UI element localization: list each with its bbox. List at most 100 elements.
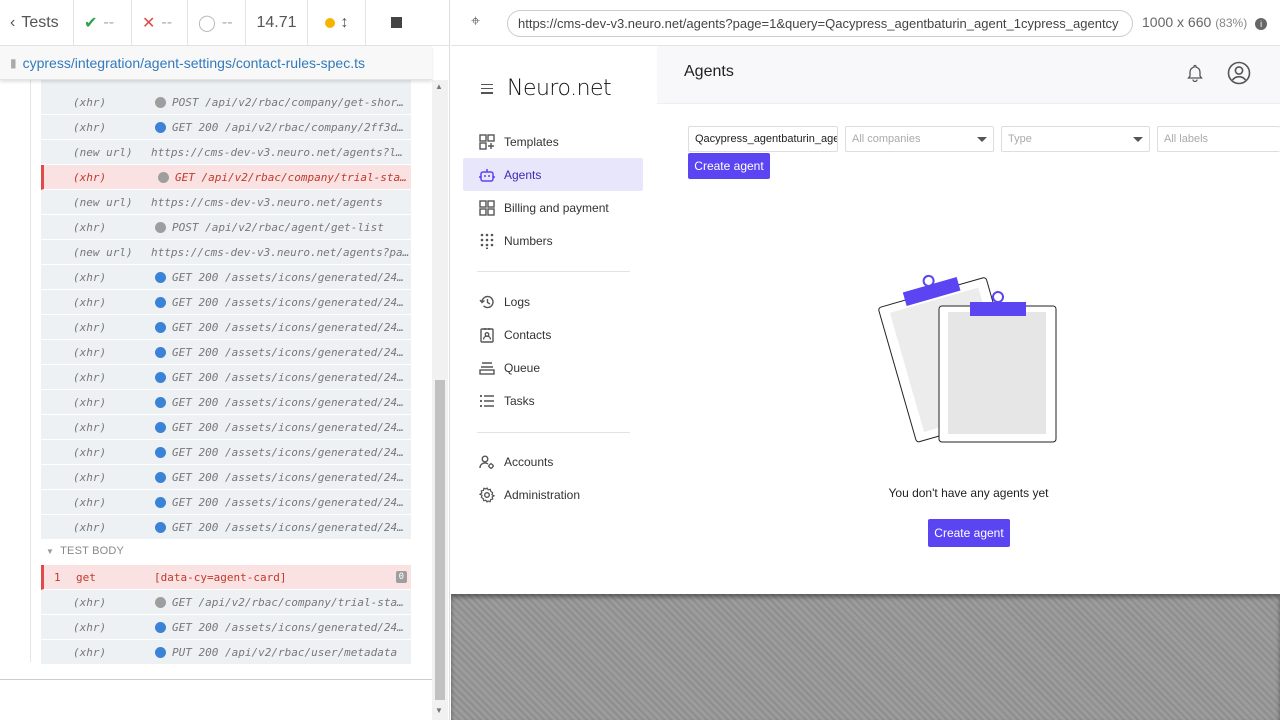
sidebar-item-agents[interactable]: Agents [463, 158, 643, 191]
status-dot-icon [155, 321, 166, 333]
get-command-row[interactable]: 1 get [data-cy=agent-card] 0 [41, 565, 411, 590]
command-message: GET 200 /assets/icons/generated/24… [172, 470, 404, 484]
xhr-command-row[interactable]: (xhr) PUT 200 /api/v2/rbac/user/metadata [41, 640, 411, 665]
hook-command-list: (xhr) POST /api/v2/rbac/company/get-shor…… [41, 90, 411, 540]
spec-path-bar[interactable]: ▮ cypress/integration/agent-settings/con… [0, 46, 432, 80]
test-body-header[interactable]: ▼ TEST BODY [46, 545, 124, 557]
xhr-command-row[interactable]: (xhr) GET 200 /assets/icons/generated/24… [41, 490, 411, 515]
xhr-command-row[interactable]: (xhr) GET 200 /assets/icons/generated/24… [41, 440, 411, 465]
scrollbar-thumb[interactable] [435, 380, 445, 700]
search-input[interactable]: Qacypress_agentbaturin_agent_1cypress_ag… [688, 126, 838, 152]
scroll-down-icon[interactable]: ▼ [435, 706, 443, 715]
cypress-reporter: ‹ Tests ✔ -- ✕ -- ◯ -- 14.71 ↕ ▮ cypress… [0, 0, 450, 720]
new-url-row[interactable]: (new url) https://cms-dev-v3.neuro.net/ag… [41, 240, 411, 265]
element-count-badge: 0 [395, 571, 407, 583]
spec-path: cypress/integration/agent-settings/conta… [22, 54, 365, 71]
file-icon: ▮ [10, 55, 17, 70]
failed-stat: ✕ -- [132, 0, 188, 45]
xhr-command-row[interactable]: (xhr) GET 200 /api/v2/rbac/company/2ff3d… [41, 115, 411, 140]
sidebar-item-accounts[interactable]: Accounts [463, 445, 643, 478]
xhr-command-row[interactable]: (xhr) GET 200 /assets/icons/generated/24… [41, 515, 411, 540]
command-name: (new url) [73, 145, 133, 159]
xhr-command-row[interactable]: (xhr) GET 200 /assets/icons/generated/24… [41, 365, 411, 390]
accounts-icon [479, 454, 495, 470]
sidebar-item-billing-and-payment[interactable]: Billing and payment [463, 191, 643, 224]
xhr-command-row[interactable]: (xhr) GET 200 /assets/icons/generated/24… [41, 615, 411, 640]
info-icon[interactable]: i [1255, 18, 1268, 30]
command-message: GET 200 /assets/icons/generated/24… [172, 620, 404, 634]
reporter-scrollbar[interactable]: ▲ ▼ [432, 80, 448, 720]
tests-label: Tests [21, 13, 59, 31]
status-dot-icon [155, 371, 166, 383]
xhr-command-row[interactable]: (xhr) GET 200 /assets/icons/generated/24… [41, 340, 411, 365]
companies-select[interactable]: All companies [845, 126, 994, 152]
command-log: (xhr) POST /api/v2/rbac/company/get-shor…… [0, 70, 432, 680]
sidebar: Neuro.net Templates Agents Billing and pay… [451, 46, 657, 594]
sidebar-item-label: Administration [504, 487, 581, 502]
xhr-command-row[interactable]: (xhr) GET 200 /assets/icons/generated/24… [41, 415, 411, 440]
pending-stat: ◯ -- [188, 0, 246, 45]
main-header: Agents [657, 46, 1280, 104]
command-name: (xhr) [73, 620, 107, 634]
scroll-arrows-icon: ↕ [340, 13, 349, 31]
bell-icon[interactable] [1187, 64, 1203, 82]
create-agent-button[interactable]: Create agent [688, 153, 770, 179]
url-bar[interactable]: https://cms-dev-v3.neuro.net/agents?page… [507, 10, 1133, 37]
command-name: (xhr) [73, 595, 107, 609]
reporter-header: ‹ Tests ✔ -- ✕ -- ◯ -- 14.71 ↕ [0, 0, 449, 46]
xhr-command-row[interactable]: (xhr) POST /api/v2/rbac/agent/get-list [41, 215, 411, 240]
command-name: (xhr) [73, 120, 107, 134]
empty-state-text: You don't have any agents yet [888, 486, 1049, 500]
command-name: (xhr) [73, 495, 107, 509]
sidebar-item-contacts[interactable]: Contacts [463, 318, 643, 351]
status-dot-icon [155, 596, 166, 608]
status-dot-icon [155, 446, 166, 458]
xhr-command-row[interactable]: (xhr) GET 200 /assets/icons/generated/24… [41, 390, 411, 415]
sidebar-item-tasks[interactable]: Tasks [463, 384, 643, 417]
sidebar-item-label: Templates [504, 134, 559, 149]
create-agent-empty-button[interactable]: Create agent [928, 519, 1010, 547]
sidebar-item-numbers[interactable]: Numbers [463, 224, 643, 257]
auto-scroll-toggle[interactable]: ↕ [308, 0, 366, 45]
type-select[interactable]: Type [1001, 126, 1150, 152]
command-name: (xhr) [73, 95, 107, 109]
caret-down-icon: ▼ [46, 546, 55, 556]
new-url-row[interactable]: (new url) https://cms-dev-v3.neuro.net/ag… [41, 190, 411, 215]
command-message: GET /api/v2/rbac/company/trial-sta… [172, 595, 404, 609]
viewport-background [451, 594, 1280, 720]
scroll-up-icon[interactable]: ▲ [435, 82, 443, 91]
xhr-command-row[interactable]: (xhr) GET 200 /assets/icons/generated/24… [41, 265, 411, 290]
new-url-row[interactable]: (new url) https://cms-dev-v3.neuro.net/ag… [41, 140, 411, 165]
tests-back-button[interactable]: ‹ Tests [0, 0, 74, 45]
status-dot-icon [324, 17, 335, 28]
selector-playground-icon[interactable]: ⌖ [471, 13, 480, 31]
passed-stat: ✔ -- [74, 0, 132, 45]
command-message: POST /api/v2/rbac/company/get-shor… [172, 95, 404, 109]
sidebar-item-administration[interactable]: Administration [463, 478, 643, 511]
xhr-command-row[interactable]: (xhr) POST /api/v2/rbac/company/get-shor… [41, 90, 411, 115]
xhr-command-row[interactable]: (xhr) GET 200 /assets/icons/generated/24… [41, 290, 411, 315]
user-avatar-icon[interactable] [1227, 61, 1251, 85]
cross-icon: ✕ [142, 14, 156, 32]
app-under-test: Neuro.net Templates Agents Billing and pay… [451, 46, 1280, 594]
sidebar-item-label: Logs [504, 294, 531, 309]
stop-button[interactable] [366, 0, 426, 45]
sidebar-item-queue[interactable]: Queue [463, 351, 643, 384]
xhr-command-row[interactable]: (xhr) GET /api/v2/rbac/company/trial-sta… [41, 165, 411, 190]
aut-header: ⌖ https://cms-dev-v3.neuro.net/agents?pa… [451, 0, 1280, 46]
dialpad-icon [479, 233, 495, 249]
command-name: (xhr) [73, 470, 107, 484]
command-name: (xhr) [73, 395, 107, 409]
sidebar-item-templates[interactable]: Templates [463, 125, 643, 158]
command-message: GET 200 /assets/icons/generated/24… [172, 370, 404, 384]
sidebar-item-label: Contacts [504, 327, 552, 342]
xhr-command-row[interactable]: (xhr) GET 200 /assets/icons/generated/24… [41, 465, 411, 490]
xhr-command-row[interactable]: (xhr) GET 200 /assets/icons/generated/24… [41, 315, 411, 340]
sidebar-item-logs[interactable]: Logs [463, 285, 643, 318]
command-name: (xhr) [73, 270, 107, 284]
command-name: (xhr) [73, 320, 107, 334]
command-name: (new url) [73, 245, 133, 259]
menu-icon[interactable] [481, 83, 493, 94]
labels-select[interactable]: All labels [1157, 126, 1280, 152]
xhr-command-row[interactable]: (xhr) GET /api/v2/rbac/company/trial-sta… [41, 590, 411, 615]
